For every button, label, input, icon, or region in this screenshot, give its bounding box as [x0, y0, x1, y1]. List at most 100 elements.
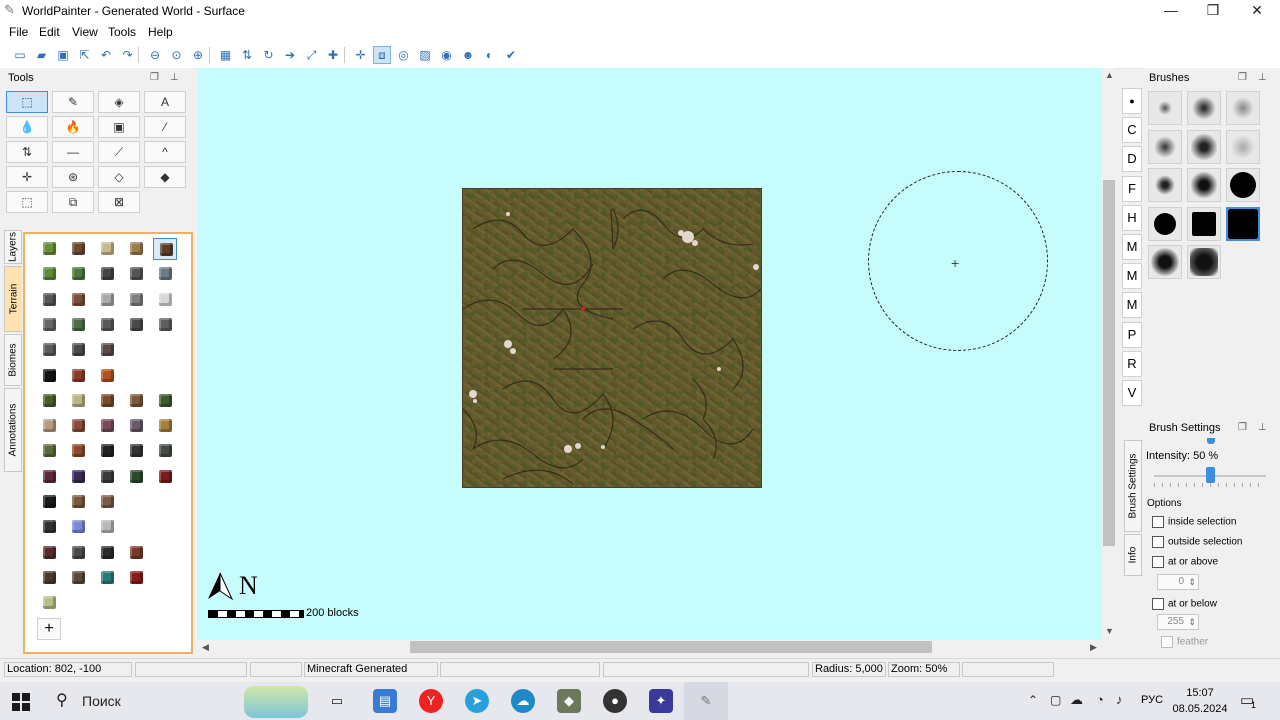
terrain-swatch[interactable] — [95, 314, 119, 336]
brush-option[interactable] — [1148, 206, 1182, 241]
flood-tool[interactable]: ◈ — [98, 91, 140, 113]
brush-category-tab[interactable]: R — [1122, 350, 1142, 377]
volume-icon[interactable]: ♪ — [1116, 692, 1123, 707]
zoom-in-icon[interactable]: ⊕ — [189, 46, 207, 64]
at-or-above-option[interactable]: at or above — [1152, 556, 1218, 568]
clear-tool[interactable]: ⊠ — [98, 191, 140, 213]
brush-category-tab[interactable]: D — [1122, 146, 1142, 173]
water-tool[interactable]: 💧 — [6, 116, 48, 138]
at-or-above-spinner[interactable]: 0 ⇕ — [1157, 574, 1199, 590]
meet-icon[interactable]: ▢ — [1050, 693, 1061, 707]
redo-icon[interactable]: ↷ — [119, 46, 137, 64]
terrain-swatch[interactable] — [95, 415, 119, 437]
terrain-swatch[interactable] — [66, 365, 90, 387]
tab-brush-settings[interactable]: Brush Settings — [1124, 440, 1142, 532]
scale-icon[interactable]: ⤢ — [303, 46, 321, 64]
terrain-swatch[interactable] — [37, 466, 61, 488]
terrain-swatch[interactable] — [153, 390, 177, 412]
outside-selection-checkbox[interactable] — [1152, 536, 1164, 548]
terrain-swatch[interactable] — [95, 263, 119, 285]
pin-icon[interactable]: ⊥ — [170, 72, 179, 83]
feather-checkbox[interactable] — [1161, 636, 1173, 648]
globe-icon[interactable]: ◐ — [481, 46, 499, 64]
terrain-swatch[interactable] — [37, 339, 61, 361]
terrain-swatch[interactable] — [95, 542, 119, 564]
terrain-swatch[interactable] — [66, 440, 90, 462]
brush-option[interactable] — [1187, 129, 1221, 164]
terrain-swatch[interactable] — [95, 238, 119, 260]
image-icon[interactable]: ▨ — [416, 46, 434, 64]
terrain-swatch[interactable] — [153, 314, 177, 336]
terrain-swatch[interactable] — [66, 390, 90, 412]
brush-option[interactable] — [1148, 91, 1182, 125]
dota-icon[interactable]: ✦ — [649, 689, 673, 713]
vertical-scroll-thumb[interactable] — [1103, 180, 1115, 546]
terrain-swatch[interactable] — [37, 314, 61, 336]
scroll-down-icon[interactable]: ▼ — [1105, 626, 1114, 636]
brush-category-tab[interactable]: M — [1122, 292, 1142, 319]
terrain-swatch[interactable] — [124, 314, 148, 336]
brush-category-tab[interactable]: ● — [1122, 88, 1142, 114]
raise-tool[interactable]: ^ — [144, 141, 186, 163]
cloud-icon[interactable]: ☁ — [1070, 692, 1083, 708]
terrain-swatch[interactable] — [37, 592, 61, 614]
language-indicator[interactable]: РУС — [1141, 694, 1163, 706]
terrain-swatch[interactable] — [37, 238, 61, 260]
terrain-swatch[interactable] — [37, 567, 61, 589]
messenger-icon[interactable]: ☁ — [511, 689, 535, 713]
pin-icon[interactable]: ⊥ — [1258, 422, 1267, 433]
brush-category-tab[interactable]: P — [1122, 321, 1142, 348]
terrain-swatch[interactable] — [95, 390, 119, 412]
terrain-swatch[interactable] — [95, 516, 119, 538]
tab-biomes[interactable]: Biomes — [4, 334, 22, 386]
terrain-swatch[interactable] — [153, 238, 177, 260]
brush-option[interactable] — [1187, 245, 1221, 280]
eyedropper-tool[interactable]: ⁄ — [144, 116, 186, 138]
terrain-swatch[interactable] — [66, 289, 90, 311]
terrain-swatch[interactable] — [153, 263, 177, 285]
inside-selection-checkbox[interactable] — [1152, 516, 1164, 528]
terrain-swatch[interactable] — [124, 542, 148, 564]
brush-option[interactable] — [1148, 168, 1182, 203]
terrain-swatch[interactable] — [153, 466, 177, 488]
brush-option[interactable] — [1148, 129, 1182, 164]
terrain-swatch[interactable] — [124, 440, 148, 462]
check-icon[interactable]: ✔ — [502, 46, 520, 64]
add-icon[interactable]: ✚ — [324, 46, 342, 64]
map-canvas[interactable]: + N 200 blocks — [198, 68, 1102, 640]
horizontal-scroll-thumb[interactable] — [410, 641, 932, 653]
terrain-swatch[interactable] — [66, 415, 90, 437]
slope-tool[interactable]: ⟋ — [98, 141, 140, 163]
terrain-swatch[interactable] — [37, 491, 61, 513]
terrain-swatch[interactable] — [66, 339, 90, 361]
terrain-swatch[interactable] — [95, 466, 119, 488]
pyramid-tool[interactable]: ◆ — [144, 166, 186, 188]
yandex-browser-icon[interactable]: Y — [419, 689, 443, 713]
terrain-swatch[interactable] — [124, 567, 148, 589]
inside-selection-option[interactable]: inside selection — [1152, 516, 1236, 528]
flatten-tool[interactable]: — — [52, 141, 94, 163]
brush-category-tab[interactable]: M — [1122, 263, 1142, 290]
terrain-swatch[interactable] — [95, 491, 119, 513]
feather-option[interactable]: feather — [1161, 636, 1208, 648]
clock-time[interactable]: 15:07 — [1172, 687, 1228, 699]
intensity-slider-thumb[interactable] — [1205, 467, 1215, 483]
swap-tool[interactable]: ⇅ — [6, 141, 48, 163]
clock-date[interactable]: 08.05.2024 — [1172, 703, 1228, 715]
restore-button[interactable]: ❐ — [1190, 0, 1236, 22]
terrain-swatch[interactable] — [124, 466, 148, 488]
brush-option[interactable] — [1226, 129, 1260, 164]
terrain-swatch[interactable] — [95, 339, 119, 361]
crosshair-icon[interactable]: ✛ — [352, 46, 370, 64]
terrain-swatch[interactable] — [95, 440, 119, 462]
outside-selection-option[interactable]: outside selection — [1152, 536, 1243, 548]
terrain-swatch[interactable] — [124, 238, 148, 260]
terrain-swatch[interactable] — [66, 516, 90, 538]
selection-tool[interactable]: ⬚ — [6, 191, 48, 213]
terrain-swatch[interactable] — [153, 289, 177, 311]
pencil-tool[interactable]: ✎ — [52, 91, 94, 113]
open-folder-icon[interactable]: ▰ — [33, 46, 51, 64]
task-view-icon[interactable]: ▭ — [325, 689, 349, 713]
menu-view[interactable]: View — [72, 25, 98, 39]
at-or-below-option[interactable]: at or below — [1152, 598, 1217, 610]
